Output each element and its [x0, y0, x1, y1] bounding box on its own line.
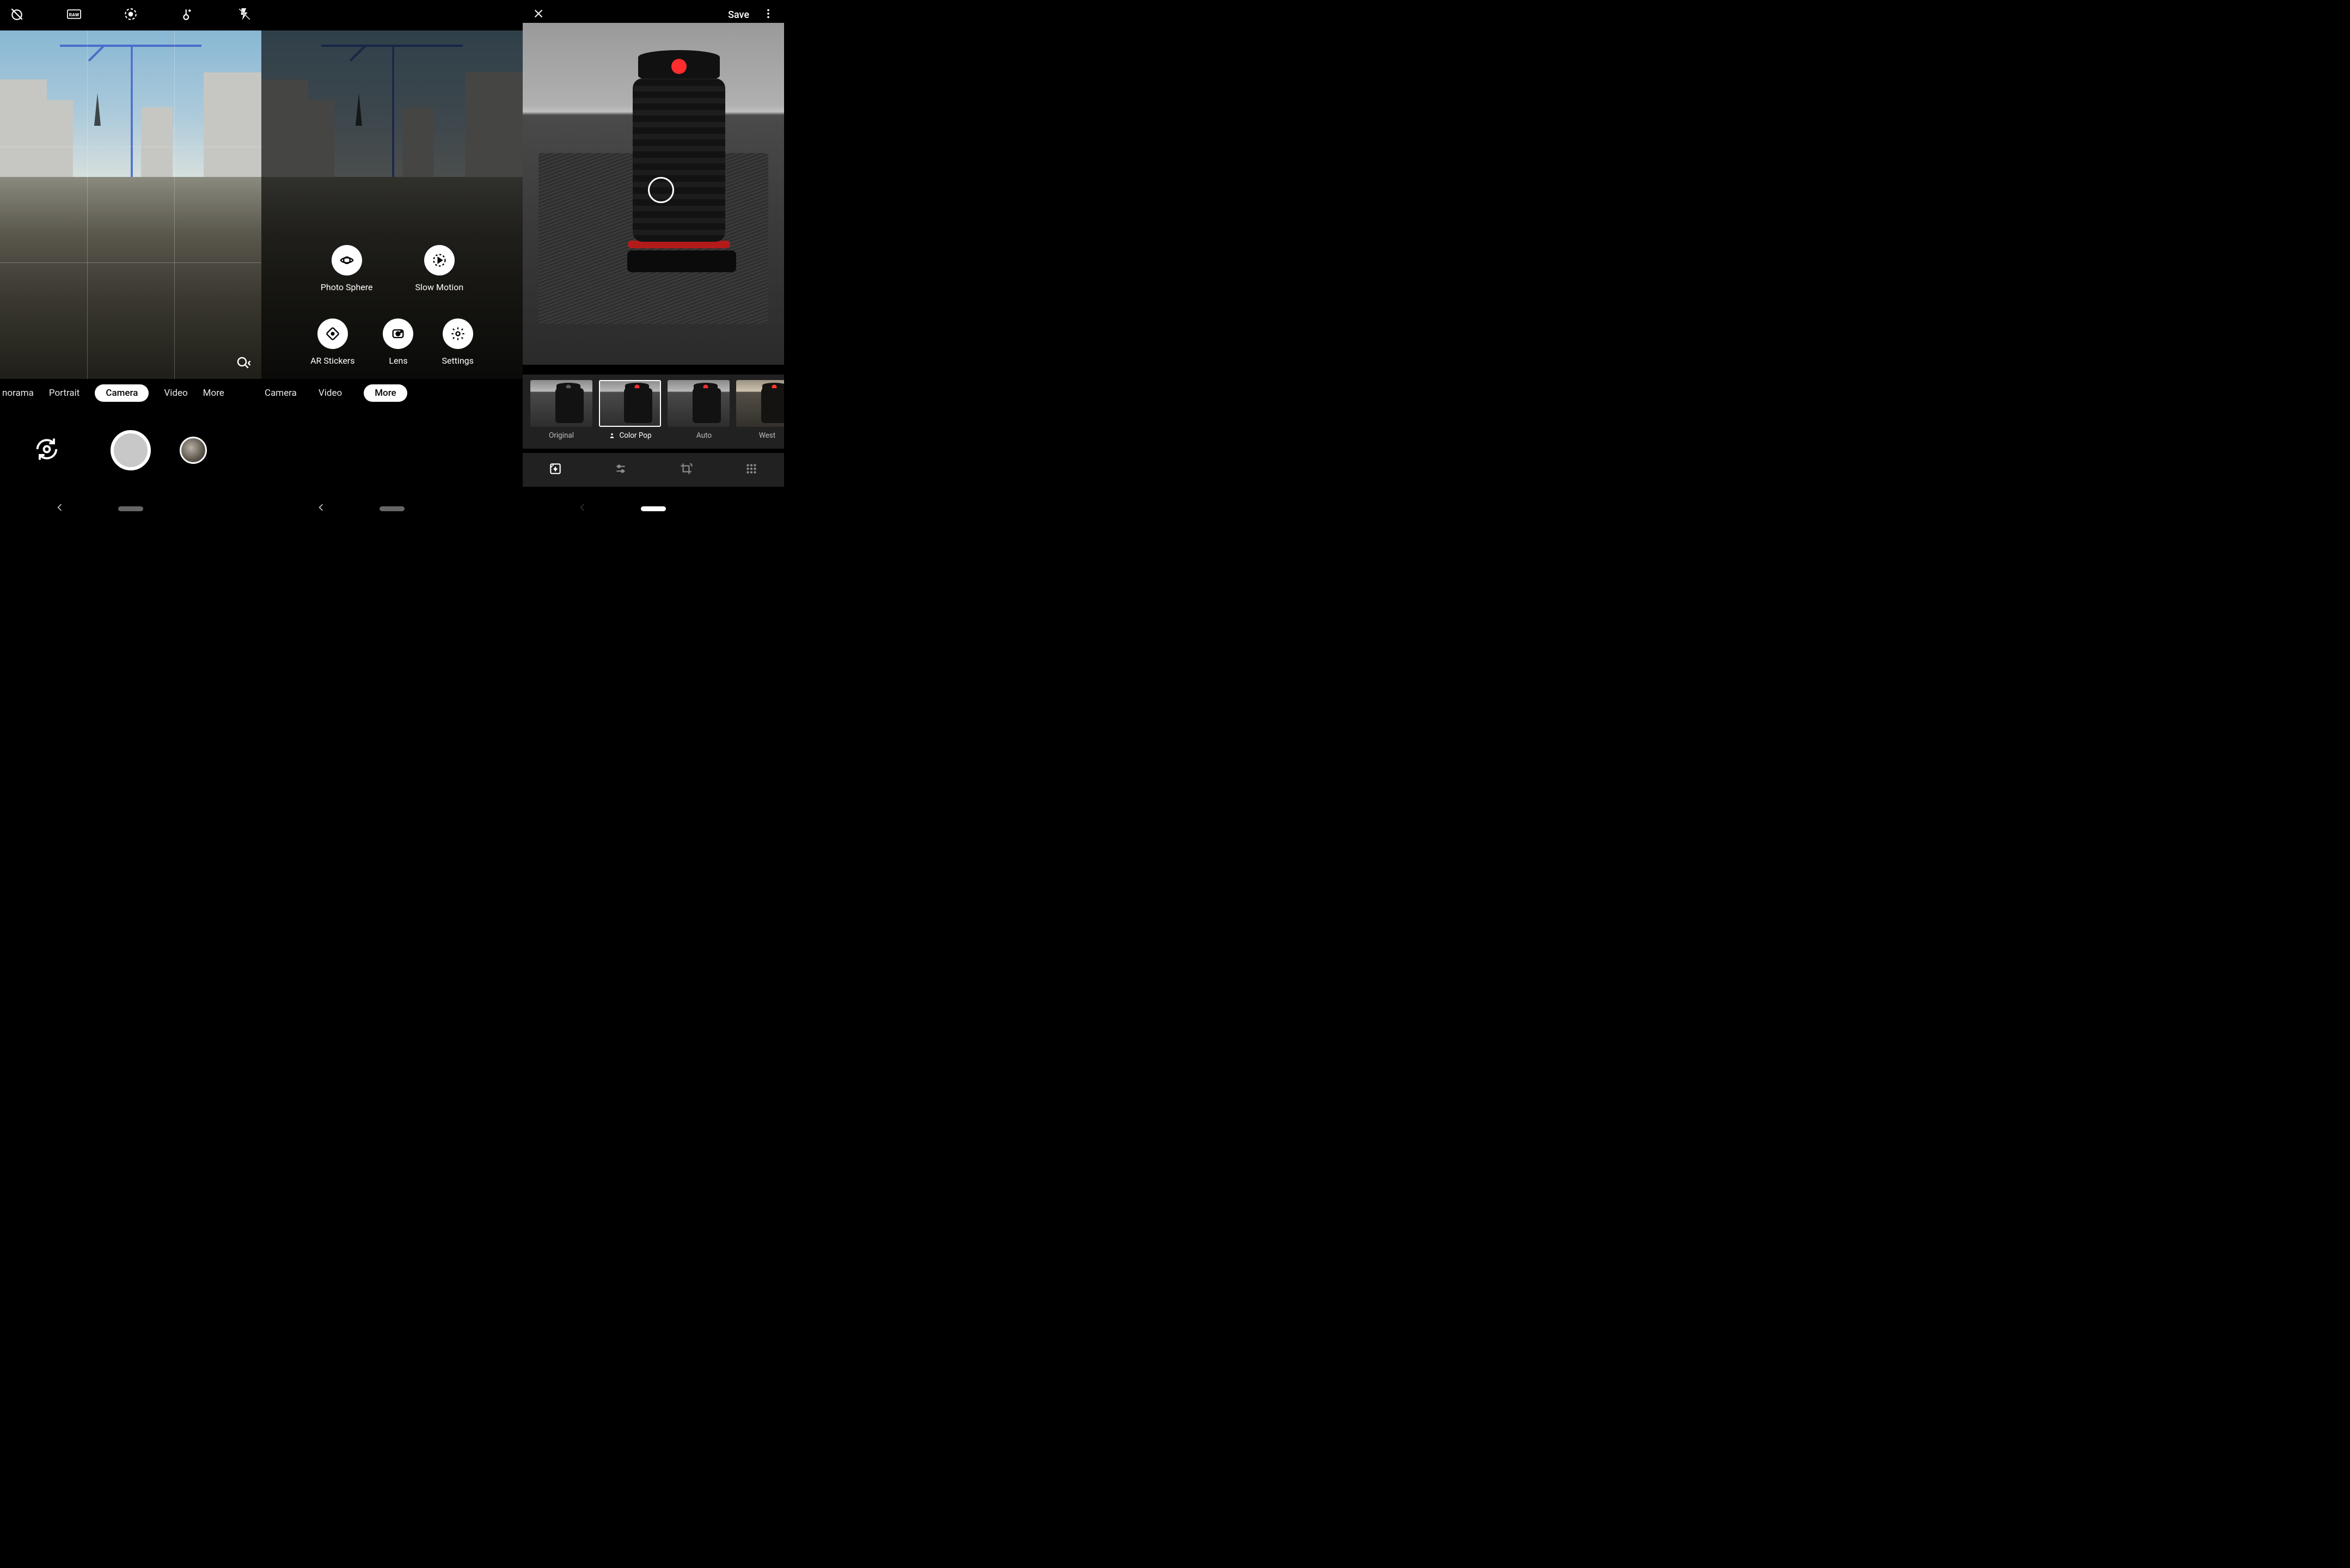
magnify-icon[interactable]	[235, 355, 252, 373]
white-balance-icon[interactable]	[181, 7, 195, 23]
more-item-label: Photo Sphere	[321, 282, 373, 292]
filter-color-pop[interactable]: Color Pop	[599, 380, 661, 440]
photo-editor: Save Original Color Pop	[523, 0, 784, 523]
filter-label: Auto	[686, 431, 712, 440]
filter-label: West	[759, 431, 775, 440]
sparkle-icon	[686, 432, 693, 439]
mode-portrait[interactable]: Portrait	[49, 388, 79, 399]
mode-selector[interactable]: Camera Video More	[261, 381, 523, 405]
system-nav-bar	[0, 494, 261, 523]
home-pill[interactable]	[118, 506, 143, 511]
more-item-label: AR Stickers	[310, 356, 354, 366]
save-button[interactable]: Save	[728, 9, 749, 21]
switch-camera-button[interactable]	[33, 435, 61, 465]
back-icon[interactable]	[577, 502, 588, 515]
editor-toolbar	[523, 453, 784, 487]
more-slow-motion[interactable]: Slow Motion	[415, 245, 464, 292]
mode-selector[interactable]: norama Portrait Camera Video More	[0, 381, 261, 405]
more-menu-grid: Photo Sphere Slow Motion AR Stickers	[261, 245, 523, 366]
sliders-icon[interactable]	[614, 462, 628, 478]
more-item-label: Settings	[442, 356, 473, 366]
top-icon-row: RAW	[0, 0, 261, 30]
mode-panorama[interactable]: norama	[2, 388, 34, 399]
focus-ring-icon	[648, 177, 674, 203]
timer-off-icon[interactable]	[10, 7, 24, 23]
mode-more[interactable]: More	[203, 388, 224, 399]
filter-auto[interactable]: Auto	[668, 380, 730, 440]
filter-original[interactable]: Original	[530, 380, 592, 440]
camera-app-more-menu: Photo Sphere Slow Motion AR Stickers	[261, 0, 523, 523]
back-icon[interactable]	[316, 502, 327, 515]
grid-icon[interactable]	[744, 462, 758, 478]
back-icon[interactable]	[54, 502, 65, 515]
ar-stickers-icon	[317, 318, 348, 349]
more-lens[interactable]: Lens	[383, 318, 413, 366]
control-row	[0, 430, 261, 470]
overflow-icon[interactable]	[762, 8, 774, 22]
mode-video[interactable]: Video	[319, 388, 342, 399]
slow-motion-icon	[424, 245, 455, 275]
photo-sphere-icon	[332, 245, 362, 275]
system-nav-bar	[261, 494, 523, 523]
mode-video[interactable]: Video	[164, 388, 187, 399]
mode-more[interactable]: More	[364, 384, 407, 402]
editor-top-bar: Save	[523, 8, 784, 22]
filter-label: Color Pop	[608, 431, 651, 440]
viewfinder[interactable]	[0, 30, 261, 379]
editor-photo-canvas[interactable]	[523, 23, 784, 365]
settings-icon	[443, 318, 473, 349]
home-pill[interactable]	[380, 506, 405, 511]
last-photo-thumbnail[interactable]	[180, 437, 207, 464]
mode-camera[interactable]: Camera	[95, 384, 149, 402]
system-nav-bar	[523, 494, 784, 523]
filter-strip[interactable]: Original Color Pop Auto West	[523, 375, 784, 449]
home-pill[interactable]	[641, 506, 666, 511]
raw-icon[interactable]: RAW	[67, 7, 81, 23]
svg-text:RAW: RAW	[69, 13, 79, 18]
filter-label: Original	[549, 431, 574, 440]
more-ar-stickers[interactable]: AR Stickers	[310, 318, 354, 366]
more-item-label: Slow Motion	[415, 282, 464, 292]
shutter-button[interactable]	[111, 430, 151, 470]
more-settings[interactable]: Settings	[442, 318, 473, 366]
crop-rotate-icon[interactable]	[679, 462, 693, 478]
more-item-label: Lens	[389, 356, 407, 366]
camera-app-viewfinder: RAW norama Portrait Camera Video More	[0, 0, 261, 523]
motion-photo-icon[interactable]	[124, 7, 138, 23]
photo-filter-icon[interactable]	[548, 462, 562, 478]
flash-off-icon[interactable]	[237, 7, 252, 23]
person-icon	[608, 432, 616, 439]
filter-west[interactable]: West	[736, 380, 784, 440]
mode-camera[interactable]: Camera	[265, 388, 297, 399]
lens-icon	[383, 318, 413, 349]
close-icon[interactable]	[533, 8, 544, 22]
more-photo-sphere[interactable]: Photo Sphere	[321, 245, 373, 292]
